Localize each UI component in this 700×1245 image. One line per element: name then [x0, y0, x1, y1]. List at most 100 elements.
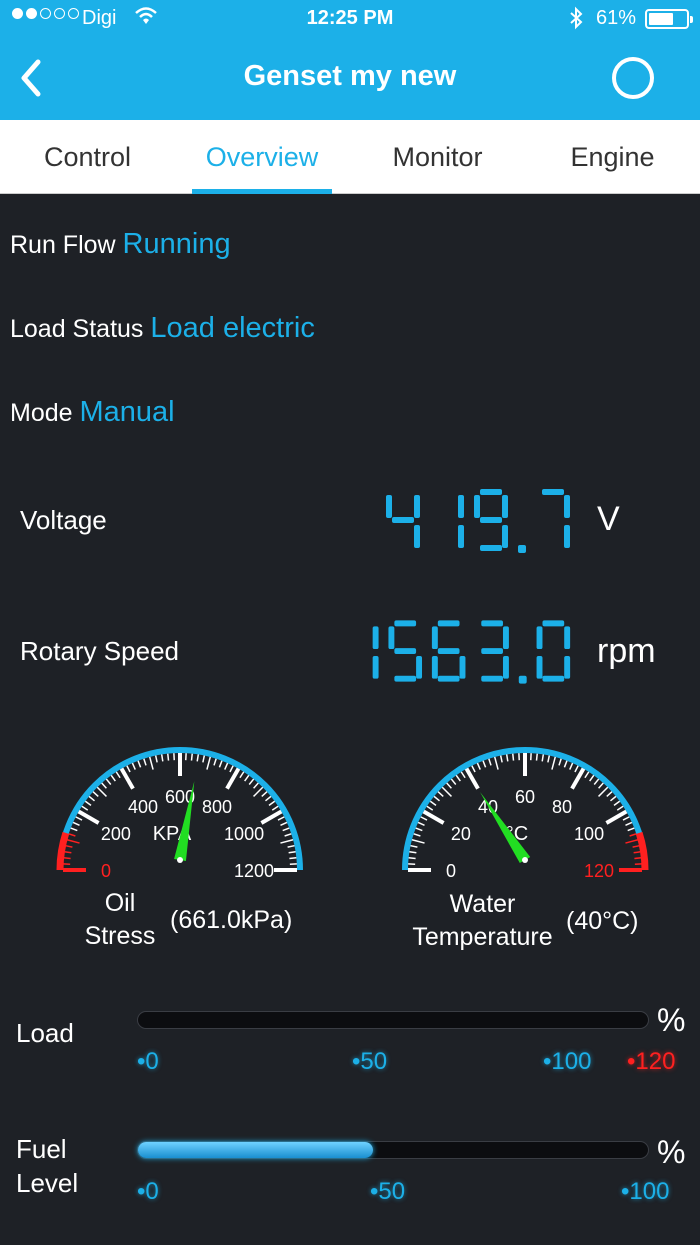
- water-gauge-tick: [464, 767, 480, 790]
- oil-gauge-tick: [131, 762, 136, 770]
- oil-gauge-tick: [260, 809, 283, 825]
- water-gauge-tick: [593, 778, 600, 785]
- oil-gauge-tick: [196, 754, 200, 762]
- water-gauge-tick: [547, 755, 551, 763]
- oil-gauge-tick: [261, 791, 268, 797]
- water-gauge-tick: [422, 809, 445, 825]
- water-gauge-tick: [632, 844, 640, 848]
- oil-gauge-tick-label: 800: [202, 797, 232, 817]
- oil-gauge-tick-label: 1000: [224, 824, 264, 844]
- tab-engine[interactable]: Engine: [525, 120, 700, 194]
- water-gauge-tick: [633, 850, 641, 854]
- page-title: Genset my new: [243, 60, 457, 92]
- oil-gauge-tick: [101, 782, 107, 789]
- oil-gauge-tick: [277, 816, 285, 821]
- oil-gauge-tick: [143, 758, 147, 766]
- oil-gauge-tick: [75, 816, 83, 821]
- water-gauge-tick: [622, 816, 630, 821]
- oil-gauge-tick: [229, 765, 234, 773]
- tab-control[interactable]: Control: [0, 120, 175, 194]
- water-gauge-tick: [610, 795, 617, 802]
- oil-gauge-tick: [202, 755, 206, 763]
- oil-gauge-tick: [105, 778, 112, 785]
- oil-gauge-tick: [154, 755, 158, 763]
- oil-gauge-tick: [206, 756, 212, 770]
- load-tick: •50: [352, 1048, 388, 1075]
- oil-gauge-tick: [268, 800, 276, 806]
- oil-gauge-tick: [84, 800, 92, 806]
- oil-gauge-tick: [225, 767, 241, 790]
- mode-value: Manual: [79, 396, 175, 428]
- oil-gauge-tick: [72, 821, 80, 826]
- load-status-value: Load electric: [150, 312, 315, 344]
- oil-gauge-tick: [253, 786, 264, 797]
- oil-gauge-tick: [81, 805, 89, 811]
- oil-gauge-tick: [224, 762, 229, 770]
- run-flow-value: Running: [122, 228, 231, 260]
- battery-icon: [645, 9, 693, 29]
- circle-icon[interactable]: [612, 57, 654, 99]
- tab-monitor[interactable]: Monitor: [350, 120, 525, 194]
- oil-gauge-tick: [65, 844, 73, 848]
- load-status-row: Load Status Load electric: [10, 312, 315, 345]
- tab-overview[interactable]: Overview: [192, 120, 332, 194]
- load-bar: [137, 1011, 649, 1029]
- oil-gauge-tick: [284, 833, 292, 837]
- oil-gauge-tick: [96, 786, 107, 797]
- water-gauge-tick: [455, 774, 461, 782]
- water-gauge-tick: [625, 821, 633, 826]
- water-gauge-tick: [606, 791, 613, 797]
- water-gauge-tick: [558, 758, 562, 766]
- water-gauge-tick: [535, 753, 538, 761]
- water-gauge-tick: [429, 800, 437, 806]
- mode-row: Mode Manual: [10, 396, 175, 429]
- oil-gauge-tick: [265, 795, 272, 802]
- mode-label: Mode: [10, 399, 73, 427]
- water-gauge-name: Water Temperature: [395, 888, 570, 954]
- oil-gauge-tick: [287, 844, 295, 848]
- water-gauge-tick-label: 20: [451, 824, 471, 844]
- run-flow-label: Run Flow: [10, 231, 116, 259]
- oil-gauge-tick: [137, 760, 142, 768]
- fuel-tick: •0: [137, 1178, 159, 1205]
- water-gauge-name-line1: Water: [449, 890, 516, 918]
- oil-gauge-tick: [70, 827, 78, 832]
- load-tick: •100: [543, 1048, 592, 1075]
- water-gauge-tick: [413, 833, 421, 837]
- oil-gauge-tick: [218, 760, 223, 768]
- rotary-speed-unit: rpm: [597, 632, 656, 670]
- water-gauge-tick: [446, 782, 452, 789]
- water-gauge-tick-label: 80: [552, 797, 572, 817]
- oil-gauge-tick: [239, 771, 245, 779]
- water-gauge-tick: [450, 778, 457, 785]
- water-gauge-tick: [605, 809, 628, 825]
- oil-gauge-tick-label: 400: [128, 797, 158, 817]
- fuel-level-label: Fuel Level: [16, 1132, 78, 1200]
- water-gauge-tick: [589, 774, 595, 782]
- voltage-display: [386, 489, 570, 553]
- load-label: Load: [16, 1018, 74, 1048]
- water-temperature-gauge: 02040 60 80100120°C: [402, 747, 649, 881]
- top-bar: Digi 12:25 PM 61% Genset my new: [0, 0, 700, 120]
- voltage-label: Voltage: [20, 505, 107, 535]
- oil-gauge-tick: [119, 767, 135, 790]
- oil-gauge-tick: [92, 791, 99, 797]
- water-gauge-tick: [570, 767, 586, 790]
- water-gauge-tick: [417, 821, 425, 826]
- water-gauge-tick: [415, 827, 423, 832]
- rotary-speed-label: Rotary Speed: [20, 636, 179, 666]
- water-gauge-tick: [598, 786, 609, 797]
- oil-gauge-tick: [248, 778, 255, 785]
- water-gauge-value: (40°C): [566, 907, 639, 935]
- fuel-label-line1: Fuel: [16, 1134, 67, 1164]
- load-status-label: Load Status: [10, 315, 144, 343]
- oil-gauge-tick: [88, 795, 95, 802]
- water-gauge-tick: [460, 771, 466, 779]
- tab-bar: Control Overview Monitor Engine: [0, 120, 700, 194]
- oil-gauge-tick-label: 1200: [234, 861, 274, 881]
- water-gauge-tick-label: 100: [574, 824, 604, 844]
- fuel-tick: •50: [370, 1178, 406, 1205]
- oil-gauge-name: Oil Stress: [70, 887, 170, 953]
- oil-gauge-tick: [167, 753, 170, 761]
- water-gauge-tick: [598, 782, 604, 789]
